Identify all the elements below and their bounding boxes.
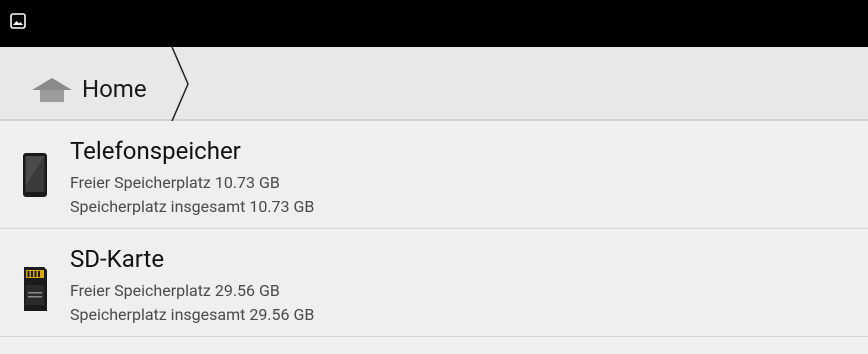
storage-free: Freier Speicherplatz 10.73 GB: [70, 173, 280, 192]
phone-icon: [23, 153, 47, 197]
storage-total: Speicherplatz insgesamt 29.56 GB: [70, 305, 315, 324]
status-bar: [0, 0, 868, 47]
chevron-right-icon: [171, 47, 189, 121]
storage-free: Freier Speicherplatz 29.56 GB: [70, 281, 280, 300]
breadcrumb: Home: [0, 47, 868, 121]
storage-item-sd-card[interactable]: SD-Karte Freier Speicherplatz 29.56 GB S…: [0, 229, 868, 337]
storage-total: Speicherplatz insgesamt 10.73 GB: [70, 197, 315, 216]
storage-item-phone[interactable]: Telefonspeicher Freier Speicherplatz 10.…: [0, 121, 868, 229]
storage-title: Telefonspeicher: [70, 137, 241, 165]
breadcrumb-home[interactable]: Home: [82, 75, 147, 103]
storage-title: SD-Karte: [70, 245, 165, 273]
image-icon: [10, 13, 26, 29]
sd-card-icon: [24, 267, 47, 311]
home-icon[interactable]: [30, 77, 74, 103]
storage-list: Telefonspeicher Freier Speicherplatz 10.…: [0, 121, 868, 337]
